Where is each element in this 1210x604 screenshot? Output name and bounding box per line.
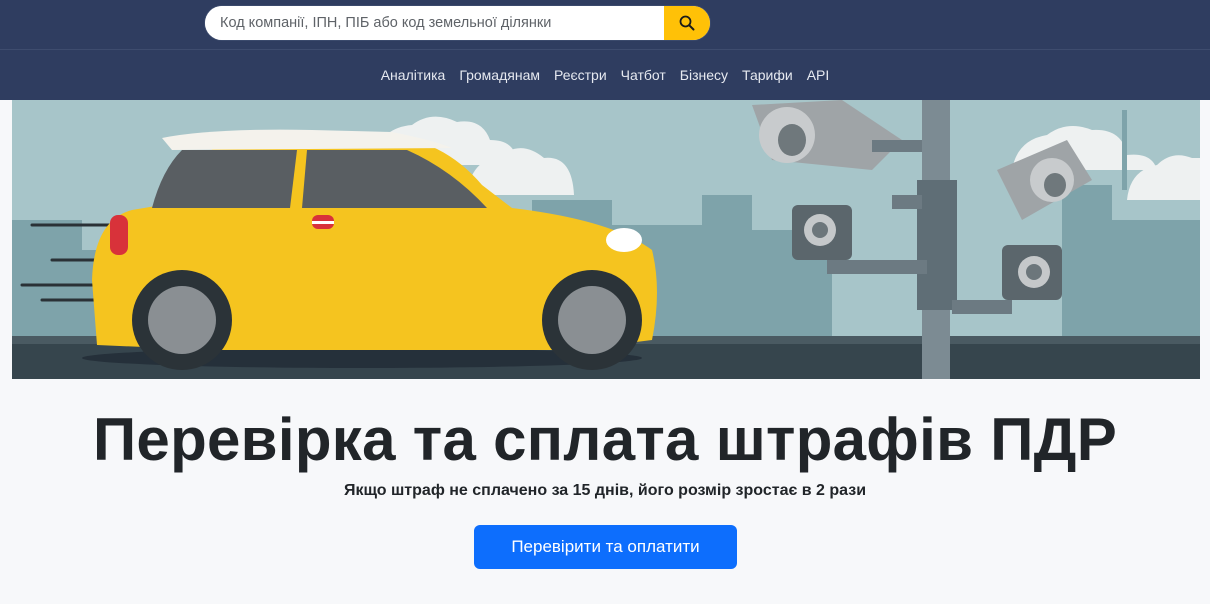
nav-item-registries[interactable]: Реєстри	[547, 66, 614, 84]
nav-item-pricing[interactable]: Тарифи	[735, 66, 800, 84]
nav-item-business[interactable]: Бізнесу	[673, 66, 735, 84]
nav-item-analytics[interactable]: Аналітика	[374, 66, 453, 84]
hero-illustration	[12, 100, 1200, 379]
page-title: Перевірка та сплата штрафів ПДР	[92, 406, 1118, 473]
search-bar	[205, 6, 710, 40]
search-button[interactable]	[664, 6, 710, 40]
page-subtitle: Якщо штраф не сплачено за 15 днів, його …	[343, 482, 867, 499]
nav-item-chatbot[interactable]: Чатбот	[614, 66, 673, 84]
main-nav: Аналітика Громадянам Реєстри Чатбот Бізн…	[0, 66, 1210, 84]
nav-item-citizens[interactable]: Громадянам	[452, 66, 547, 84]
header-divider	[0, 49, 1210, 50]
site-header: Аналітика Громадянам Реєстри Чатбот Бізн…	[0, 0, 1210, 100]
search-icon	[679, 15, 695, 31]
car-camera-illustration	[12, 100, 1200, 379]
check-and-pay-button[interactable]: Перевірити та оплатити	[474, 525, 737, 569]
nav-item-api[interactable]: API	[800, 66, 837, 84]
search-input[interactable]	[205, 6, 664, 40]
